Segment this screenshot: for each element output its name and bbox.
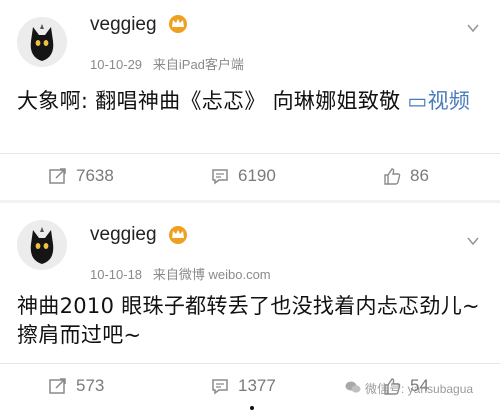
- like-button[interactable]: 86: [382, 166, 429, 186]
- chevron-down-icon[interactable]: [466, 20, 480, 34]
- repost-count: 7638: [76, 166, 114, 185]
- vip-crown-icon: [168, 225, 188, 245]
- repost-button[interactable]: 573: [48, 376, 104, 396]
- post-date: 10-10-29: [90, 57, 143, 72]
- vip-crown-icon: [168, 14, 188, 34]
- post-text: 大象啊: 翻唱神曲《忐忑》 向琳娜姐致敬 ▭视频: [17, 87, 480, 116]
- comment-count: 6190: [238, 166, 276, 185]
- page-dot: [250, 406, 254, 410]
- comment-icon: [210, 376, 230, 396]
- watermark-text: 微信号: yansubagua: [365, 382, 474, 396]
- post-body: 大象啊: 翻唱神曲《忐忑》 向琳娜姐致敬: [17, 89, 408, 113]
- wechat-icon: [345, 380, 361, 397]
- video-link[interactable]: ▭视频: [407, 89, 470, 113]
- watermark: 微信号: yansubagua: [345, 380, 473, 397]
- video-play-icon: ▭: [407, 89, 428, 113]
- repost-button[interactable]: 7638: [48, 166, 114, 186]
- post-meta: 10-10-18 来自微博 weibo.com: [90, 264, 271, 283]
- comment-button[interactable]: 1377: [210, 376, 276, 396]
- divider: [0, 153, 500, 154]
- black-cat-avatar-icon[interactable]: [17, 17, 67, 67]
- video-link-label: 视频: [427, 89, 471, 113]
- post-date: 10-10-18: [90, 267, 143, 282]
- username[interactable]: veggieg: [90, 224, 157, 246]
- post-text: 神曲2010 眼珠子都转丢了也没找着内忐忑劲儿~ 擦肩而过吧~: [17, 294, 480, 347]
- post-source[interactable]: 来自微博 weibo.com: [153, 267, 271, 282]
- comment-count: 1377: [238, 376, 276, 395]
- thumbs-up-icon: [382, 166, 402, 186]
- comment-icon: [210, 166, 230, 186]
- repost-icon: [48, 376, 68, 396]
- repost-count: 573: [76, 376, 105, 395]
- like-count: 86: [410, 166, 429, 185]
- comment-button[interactable]: 6190: [210, 166, 276, 186]
- chevron-down-icon[interactable]: [466, 233, 480, 247]
- post-source[interactable]: 来自iPad客户端: [153, 57, 244, 72]
- repost-icon: [48, 166, 68, 186]
- black-cat-avatar-icon[interactable]: [17, 220, 67, 270]
- post-meta: 10-10-29 来自iPad客户端: [90, 54, 244, 73]
- username[interactable]: veggieg: [90, 14, 157, 36]
- divider: [0, 363, 500, 364]
